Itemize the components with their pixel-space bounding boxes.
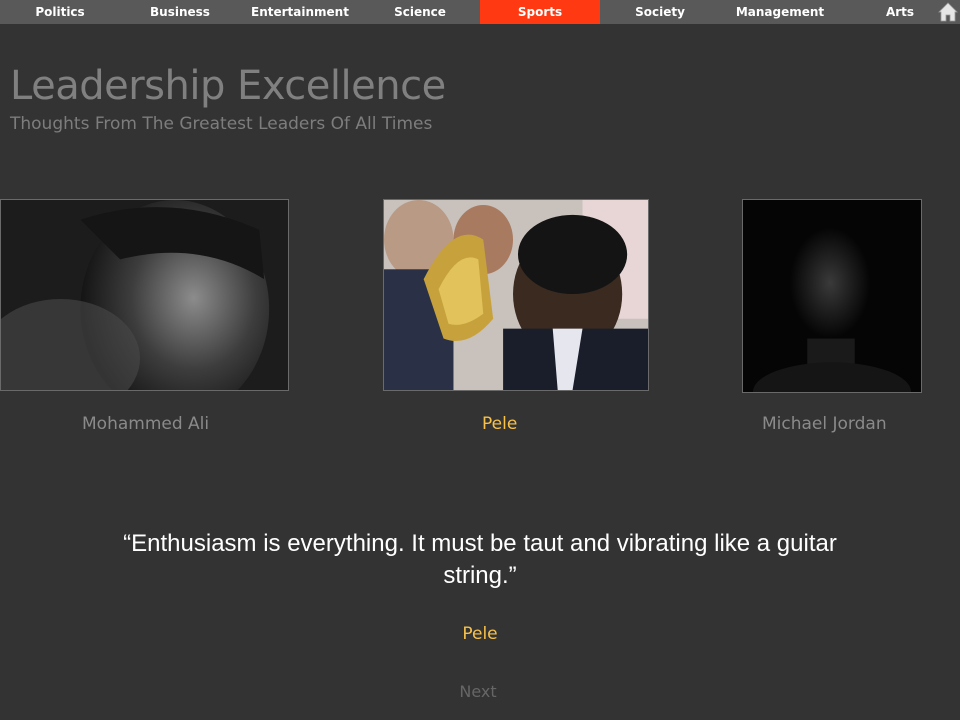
nav-entertainment[interactable]: Entertainment xyxy=(240,0,360,24)
leader-photo-mohammed-ali[interactable] xyxy=(0,199,289,391)
nav-business[interactable]: Business xyxy=(120,0,240,24)
page-subtitle: Thoughts From The Greatest Leaders Of Al… xyxy=(10,114,433,134)
portrait-photo xyxy=(1,200,288,390)
leader-name-mohammed-ali[interactable]: Mohammed Ali xyxy=(82,414,209,434)
leader-photo-pele[interactable] xyxy=(383,199,649,391)
leader-name-pele[interactable]: Pele xyxy=(482,414,517,434)
home-button[interactable] xyxy=(938,2,958,22)
leader-name-michael-jordan[interactable]: Michael Jordan xyxy=(762,414,887,434)
home-icon xyxy=(938,2,958,22)
page-title: Leadership Excellence xyxy=(10,63,446,109)
top-nav: Politics Business Entertainment Science … xyxy=(0,0,960,24)
nav-management[interactable]: Management xyxy=(720,0,840,24)
nav-sports[interactable]: Sports xyxy=(480,0,600,24)
nav-society[interactable]: Society xyxy=(600,0,720,24)
portrait-photo xyxy=(384,200,648,390)
quote-author: Pele xyxy=(462,624,498,644)
portrait-photo xyxy=(743,200,921,392)
nav-science[interactable]: Science xyxy=(360,0,480,24)
quote-text: “Enthusiasm is everything. It must be ta… xyxy=(123,530,837,589)
leader-photo-michael-jordan[interactable] xyxy=(742,199,922,393)
nav-politics[interactable]: Politics xyxy=(0,0,120,24)
next-button[interactable]: Next xyxy=(428,682,528,701)
